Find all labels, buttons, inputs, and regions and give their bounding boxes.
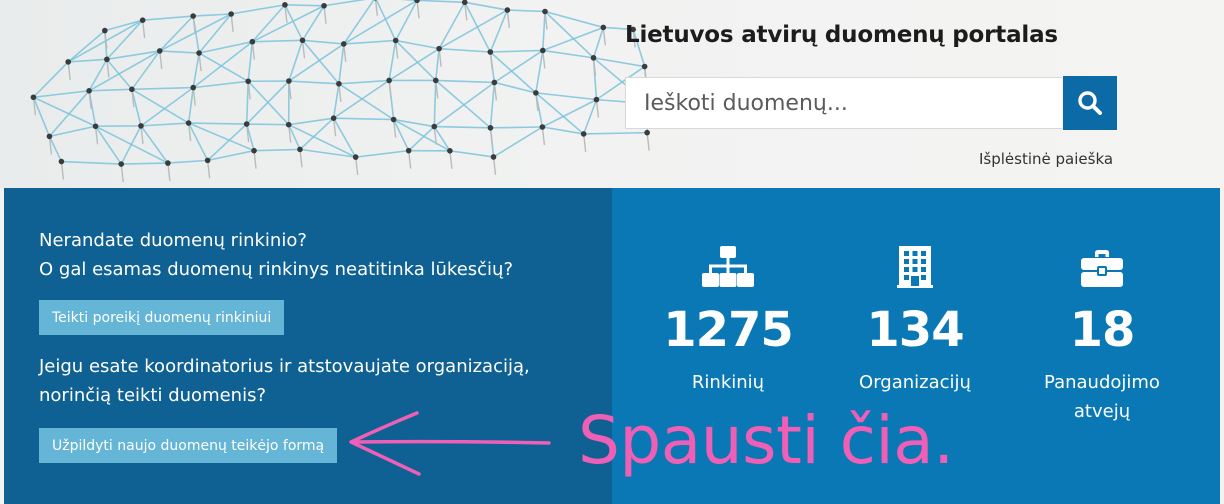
new-provider-form-button[interactable]: Užpildyti naujo duomenų teikėjo formą — [39, 428, 338, 463]
search-button[interactable] — [1063, 76, 1117, 130]
portal-title: Lietuvos atvirų duomenų portalas — [625, 22, 1058, 48]
advanced-search-link[interactable]: Išplėstinė paieška — [979, 150, 1113, 168]
stat-use-cases-label: Panaudojimo atvejų — [1002, 368, 1202, 426]
stat-organizations-value: 134 — [866, 302, 964, 358]
stat-use-cases-label-line1: Panaudojimo — [1044, 372, 1160, 393]
briefcase-icon — [1002, 246, 1202, 288]
request-question-line1: Nerandate duomenų rinkinio? — [39, 230, 307, 251]
stat-datasets-label: Rinkinių — [691, 372, 765, 393]
request-dataset-button[interactable]: Teikti poreikį duomenų rinkiniui — [39, 300, 285, 335]
search-icon — [1078, 91, 1102, 115]
annotation-arrow — [349, 411, 551, 476]
coordinator-question: Jeigu esate koordinatorius ir atstovauja… — [39, 352, 530, 410]
stat-use-cases-label-line2: atvejų — [1073, 401, 1131, 422]
building-icon — [815, 246, 1015, 288]
request-question-line2: O gal esamas duomenų rinkinys neatitinka… — [39, 259, 514, 280]
annotation-text: Spausti čia. — [578, 402, 954, 479]
search-input[interactable] — [625, 77, 1062, 129]
coordinator-question-line1: Jeigu esate koordinatorius ir atstovauja… — [39, 356, 530, 377]
network-graphic — [30, 0, 651, 183]
sitemap-icon — [628, 246, 828, 288]
stat-use-cases[interactable]: 18 Panaudojimo atvejų — [1002, 246, 1202, 426]
request-question: Nerandate duomenų rinkinio? O gal esamas… — [39, 226, 513, 284]
stat-organizations-label: Organizacijų — [859, 372, 971, 393]
stat-datasets[interactable]: 1275 Rinkinių — [628, 246, 828, 397]
hero-banner: Lietuvos atvirų duomenų portalas Išplėst… — [0, 0, 1224, 188]
stat-organizations[interactable]: 134 Organizacijų — [815, 246, 1015, 397]
stat-datasets-value: 1275 — [663, 302, 794, 358]
stat-use-cases-value: 18 — [1069, 302, 1136, 358]
